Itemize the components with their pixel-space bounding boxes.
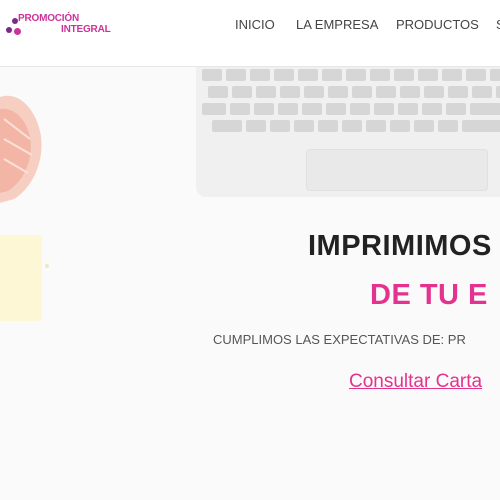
hero-subtitle: CUMPLIMOS LAS EXPECTATIVAS DE: PR [213,332,466,347]
laptop-image [196,67,500,197]
nav-item-la-empresa[interactable]: LA EMPRESA [296,17,378,32]
site-header: PROMOCIÓN INTEGRAL INICIO LA EMPRESA PRO… [0,0,500,67]
sticky-note-image [0,235,42,321]
main-nav: INICIO LA EMPRESA PRODUCTOS S [0,17,500,33]
nav-item-productos[interactable]: PRODUCTOS [396,17,479,32]
hero-title-line1: IMPRIMIMOS [308,230,492,263]
trackpad-image [306,149,488,191]
keyboard-image [202,67,500,137]
hero-section: IMPRIMIMOS DE TU E CUMPLIMOS LAS EXPECTA… [0,67,500,500]
consultar-carta-link[interactable]: Consultar Carta [349,371,482,393]
pin-image [45,264,49,268]
nav-item-truncated[interactable]: S [496,17,500,32]
nav-item-inicio[interactable]: INICIO [235,17,275,32]
hero-title-line2: DE TU E [370,279,488,312]
seashell-image [0,95,42,203]
